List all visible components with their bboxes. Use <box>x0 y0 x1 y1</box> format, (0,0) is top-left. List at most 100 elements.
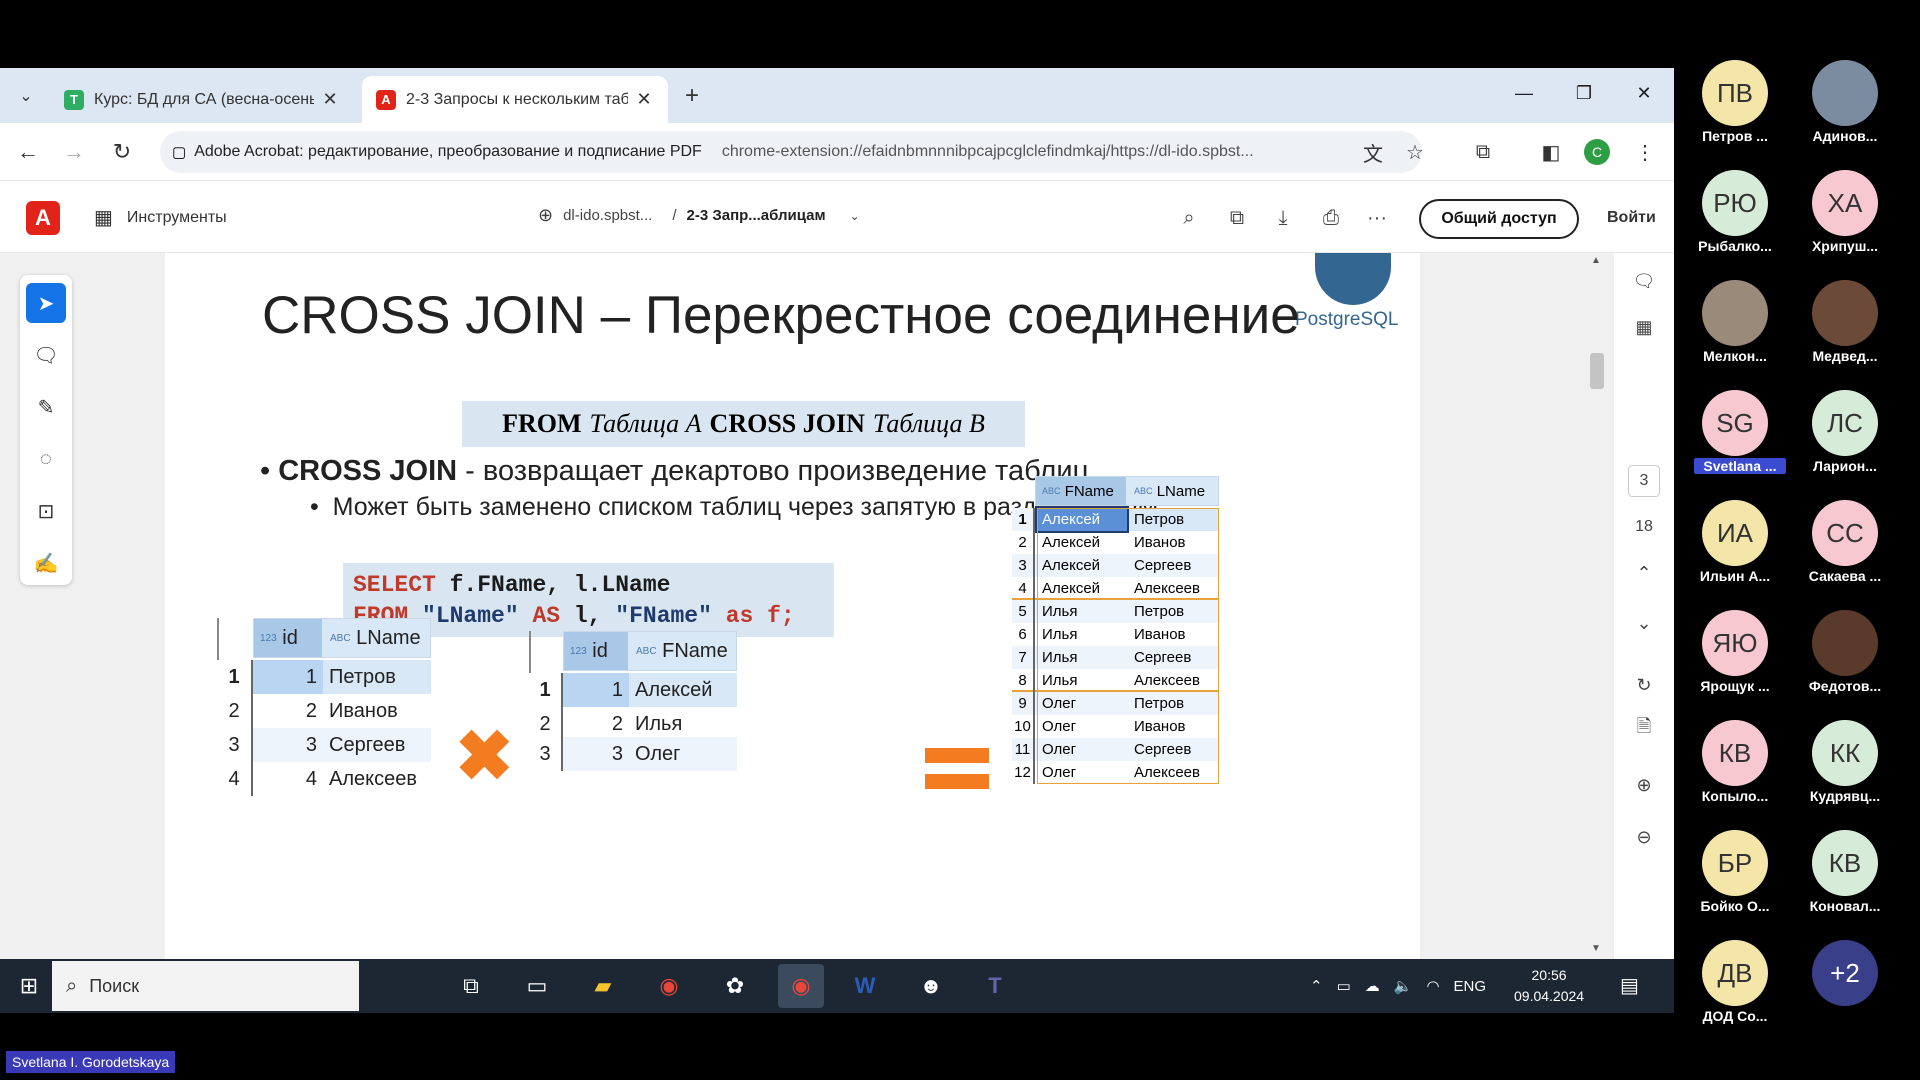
bookmark-star-icon[interactable]: ☆ <box>1400 137 1430 167</box>
close-tab-icon[interactable]: ✕ <box>320 89 340 110</box>
thumbnails-icon[interactable]: ▦ <box>1628 311 1660 343</box>
browser-menu-icon[interactable]: ⋮ <box>1630 137 1660 167</box>
close-window-icon[interactable]: ✕ <box>1624 78 1664 108</box>
result-row[interactable]: 9 Олег Петров <box>1012 692 1219 715</box>
participant-tile[interactable]: ИА Ильин А... <box>1680 500 1790 610</box>
scroll-thumb[interactable] <box>1590 353 1604 389</box>
page-number-input[interactable]: 3 <box>1628 465 1660 497</box>
participant-tile[interactable]: ПВ Петров ... <box>1680 60 1790 170</box>
participant-tile[interactable]: БР Бойко О... <box>1680 830 1790 940</box>
participant-tile[interactable]: ХА Хрипуш... <box>1790 170 1900 280</box>
reload-icon[interactable]: ↻ <box>106 136 138 168</box>
table-row[interactable]: 2 2 Илья <box>529 707 737 741</box>
zoom-in-icon[interactable]: ⊕ <box>1628 769 1660 801</box>
more-icon[interactable]: ··· <box>1362 203 1392 233</box>
participant-tile[interactable]: Федотов... <box>1790 610 1900 720</box>
participant-tile[interactable]: КВ Коновал... <box>1790 830 1900 940</box>
result-row[interactable]: 3 Алексей Сергеев <box>1012 554 1219 577</box>
restore-icon[interactable]: ❐ <box>1564 78 1604 108</box>
chrome-icon[interactable]: ◉ <box>646 964 692 1008</box>
rotate-icon[interactable]: ↻ <box>1628 669 1660 701</box>
scroll-up-icon[interactable]: ▲ <box>1591 255 1601 266</box>
result-row[interactable]: 7 Илья Сергеев <box>1012 646 1219 669</box>
participant-tile[interactable]: Мелкон... <box>1680 280 1790 390</box>
print-icon[interactable]: ⎙ <box>1316 203 1346 233</box>
minimize-icon[interactable]: — <box>1504 78 1544 108</box>
wifi-icon[interactable]: ◠ <box>1426 977 1439 995</box>
windows-start-icon[interactable]: ⊞ <box>14 971 44 1001</box>
app-icon[interactable]: ✿ <box>712 964 758 1008</box>
task-view-icon[interactable]: ⧉ <box>448 964 494 1008</box>
side-panel-icon[interactable]: ◧ <box>1536 137 1566 167</box>
participant-tile[interactable]: СС Сакаева ... <box>1790 500 1900 610</box>
result-row[interactable]: 5 Илья Петров <box>1012 600 1219 623</box>
result-row[interactable]: 1 Алексей Петров <box>1012 506 1219 533</box>
table-row[interactable]: 1 1 Петров <box>217 660 431 694</box>
clock[interactable]: 20:56 09.04.2024 <box>1514 965 1584 1007</box>
participant-tile[interactable]: РЮ Рыбалко... <box>1680 170 1790 280</box>
pages-icon[interactable]: ⧉ <box>1222 203 1252 233</box>
chevron-down-icon[interactable]: ⌄ <box>850 209 860 223</box>
tab-course[interactable]: Т Курс: БД для СА (весна-осень ✕ <box>50 76 354 123</box>
tools-menu[interactable]: ▦ Инструменты <box>94 205 227 230</box>
profile-avatar-icon[interactable]: C <box>1584 139 1610 165</box>
search-icon[interactable]: ⌕ <box>1174 203 1204 233</box>
file-explorer-icon[interactable]: ▰ <box>580 964 626 1008</box>
participant-tile[interactable]: КВ Копыло... <box>1680 720 1790 830</box>
chrome-active-icon[interactable]: ◉ <box>778 964 824 1008</box>
zoom-out-icon[interactable]: ⊖ <box>1628 821 1660 853</box>
battery-icon[interactable]: ▭ <box>1337 977 1351 995</box>
share-button[interactable]: Общий доступ <box>1419 199 1579 239</box>
participant-tile[interactable]: КК Кудрявц... <box>1790 720 1900 830</box>
cloud-icon[interactable]: ☁ <box>1365 977 1380 995</box>
tray-chevron-icon[interactable]: ⌃ <box>1310 977 1323 995</box>
teams-icon[interactable]: T <box>972 964 1018 1008</box>
draw-lasso-icon[interactable]: ◌ <box>26 439 66 479</box>
text-box-icon[interactable]: ⊡ <box>26 491 66 531</box>
next-page-icon[interactable]: ⌄ <box>1628 607 1660 639</box>
participant-tile[interactable]: ДВ ДОД Со... <box>1680 940 1790 1050</box>
participant-tile[interactable]: Медвед... <box>1790 280 1900 390</box>
participant-tile[interactable]: ЛС Ларион... <box>1790 390 1900 500</box>
participant-tile[interactable]: ЯЮ Ярощук ... <box>1680 610 1790 720</box>
tab-pdf[interactable]: A 2-3 Запросы к нескольким таб ✕ <box>362 76 668 123</box>
taskbar-search[interactable]: ⌕ Поиск <box>52 961 359 1011</box>
participant-tile[interactable]: +2 <box>1790 940 1900 1050</box>
scroll-down-icon[interactable]: ▼ <box>1591 943 1601 954</box>
table-row[interactable]: 2 2 Иванов <box>217 694 431 728</box>
result-row[interactable]: 6 Илья Иванов <box>1012 623 1219 646</box>
result-row[interactable]: 8 Илья Алексеев <box>1012 669 1219 692</box>
result-row[interactable]: 12 Олег Алексеев <box>1012 761 1219 784</box>
participant-tile[interactable]: SG Svetlana ... <box>1680 390 1790 500</box>
omnibox[interactable]: ▢ Adobe Acrobat: редактирование, преобра… <box>160 131 1422 173</box>
close-tab-icon[interactable]: ✕ <box>634 89 654 110</box>
login-button[interactable]: Войти <box>1607 209 1656 227</box>
language-indicator[interactable]: ENG <box>1454 978 1487 995</box>
result-row[interactable]: 2 Алексей Иванов <box>1012 531 1219 554</box>
app2-icon[interactable]: ☻ <box>908 964 954 1008</box>
comments-panel-icon[interactable]: 🗨 <box>1628 265 1660 297</box>
result-row[interactable]: 10 Олег Иванов <box>1012 715 1219 738</box>
vertical-scrollbar[interactable]: ▲ ▼ <box>1585 253 1607 959</box>
back-icon[interactable]: ← <box>12 136 44 168</box>
page-extract-icon[interactable]: 🗎 <box>1628 713 1660 745</box>
table-row[interactable]: 1 1 Алексей <box>529 673 737 707</box>
tab-search-icon[interactable]: ⌄ <box>12 82 40 110</box>
table-row[interactable]: 4 4 Алексеев <box>217 762 431 796</box>
result-row[interactable]: 11 Олег Сергеев <box>1012 738 1219 761</box>
acrobat-logo-icon[interactable]: A <box>26 201 60 235</box>
table-row[interactable]: 3 3 Сергеев <box>217 728 431 762</box>
new-tab-button[interactable]: + <box>678 82 706 110</box>
word-icon[interactable]: W <box>842 964 888 1008</box>
notifications-icon[interactable]: ▤ <box>1620 973 1639 998</box>
forward-icon[interactable]: → <box>58 136 90 168</box>
volume-icon[interactable]: 🔈 <box>1394 977 1413 995</box>
download-icon[interactable]: ⤓ <box>1268 203 1298 233</box>
translate-icon[interactable]: 文 <box>1358 137 1388 167</box>
result-row[interactable]: 4 Алексей Алексеев <box>1012 577 1219 600</box>
participant-tile[interactable]: Адинов... <box>1790 60 1900 170</box>
select-cursor-icon[interactable]: ➤ <box>26 283 66 323</box>
sign-icon[interactable]: ✍ <box>26 543 66 583</box>
breadcrumb[interactable]: ⊕ dl-ido.spbst... / 2-3 Запр...аблицам ⌄ <box>538 205 860 226</box>
comment-icon[interactable]: 🗨 <box>26 335 66 375</box>
